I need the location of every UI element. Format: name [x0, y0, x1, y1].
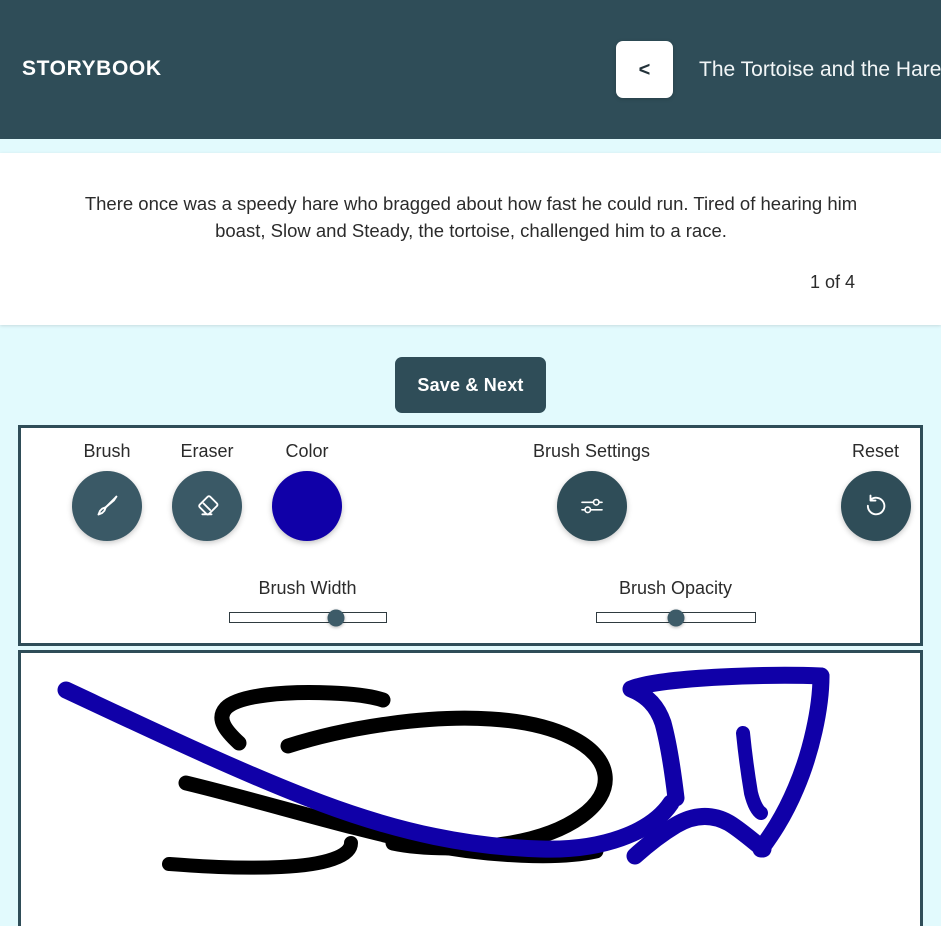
paintbrush-icon [92, 491, 122, 521]
brush-width-slider[interactable] [228, 609, 387, 626]
brush-settings-button[interactable] [556, 471, 627, 541]
tool-group-reset: Reset [784, 441, 941, 541]
tool-group-brush: Brush [54, 441, 160, 541]
app-brand-logo: STORYBOOK [22, 57, 162, 80]
brush-tool-button[interactable] [72, 471, 142, 541]
brush-opacity-label: Brush Opacity [618, 578, 733, 598]
canvas-strokes [57, 666, 830, 875]
eraser-tool-label: Eraser [180, 441, 234, 461]
sliders-icon [577, 491, 607, 521]
tool-group-brush-settings: Brush Settings [487, 441, 696, 541]
drawing-canvas[interactable] [18, 650, 923, 926]
brush-opacity-slider[interactable] [595, 609, 756, 626]
eraser-icon [192, 491, 222, 521]
reset-button[interactable] [840, 471, 911, 541]
story-passage-text: There once was a speedy hare who bragged… [84, 193, 858, 241]
eraser-tool-button[interactable] [172, 471, 242, 541]
reset-tool-label: Reset [851, 441, 900, 461]
app-header: STORYBOOK < The Tortoise and the Hare [0, 0, 941, 139]
stroke-black-2 [162, 836, 358, 875]
header-right-group: < The Tortoise and the Hare [616, 41, 941, 98]
color-tool-label: Color [285, 441, 329, 461]
brush-width-label: Brush Width [258, 578, 357, 598]
story-title: The Tortoise and the Hare [699, 57, 941, 81]
slider-group-brush-opacity: Brush Opacity [578, 578, 773, 626]
rotate-ccw-icon [861, 491, 891, 521]
brush-width-slider-thumb[interactable] [327, 609, 345, 626]
color-picker-swatch[interactable] [272, 471, 342, 541]
brush-tool-label: Brush [83, 441, 131, 461]
drawing-toolbar: Brush Eraser Color Brush Settings Reset … [18, 425, 923, 646]
tool-group-color: Color [254, 441, 360, 541]
brush-opacity-slider-thumb[interactable] [667, 609, 684, 626]
back-button[interactable]: < [616, 41, 673, 98]
stroke-blue-5 [736, 726, 768, 820]
save-and-next-button[interactable]: Save & Next [395, 357, 546, 413]
tool-group-eraser: Eraser [154, 441, 260, 541]
brush-settings-label: Brush Settings [532, 441, 651, 461]
page-counter: 1 of 4 [809, 272, 855, 292]
slider-group-brush-width: Brush Width [210, 578, 405, 626]
story-card: There once was a speedy hare who bragged… [0, 153, 941, 325]
stroke-blue-3 [752, 667, 830, 858]
